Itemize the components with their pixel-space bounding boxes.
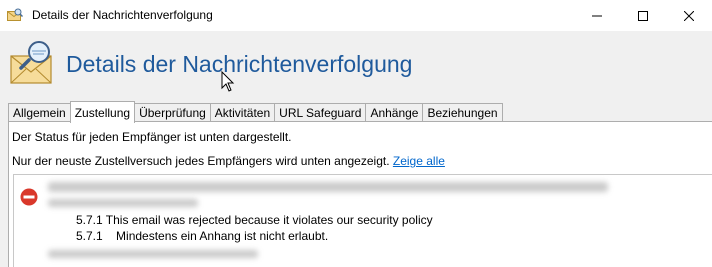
title-bar[interactable]: Details der Nachrichtenverfolgung [0, 0, 712, 31]
header: Details der Nachrichtenverfolgung [0, 31, 712, 97]
show-all-link[interactable]: Zeige alle [393, 154, 445, 168]
minimize-icon [592, 15, 602, 16]
tab-aktivitaeten[interactable]: Aktivitäten [209, 103, 276, 122]
envelope-search-icon [7, 8, 23, 21]
redacted-footer-line [48, 250, 258, 258]
page-title: Details der Nachrichtenverfolgung [66, 51, 413, 77]
latest-attempt-note: Nur der neuste Zustellversuch jedes Empf… [12, 154, 445, 168]
window-title: Details der Nachrichtenverfolgung [32, 8, 213, 22]
redacted-status-line [48, 199, 198, 207]
envelope-magnifier-icon [10, 41, 52, 84]
tab-url-safeguard[interactable]: URL Safeguard [274, 103, 367, 122]
redacted-recipient-line [48, 182, 608, 192]
tab-ueberpruefung[interactable]: Überprüfung [134, 103, 211, 122]
tracking-details-window: Details der Nachrichtenverfolgung Detail… [0, 0, 712, 267]
tab-beziehungen[interactable]: Beziehungen [422, 103, 503, 122]
delivery-tab-panel: Der Status für jeden Empfänger ist unten… [8, 121, 712, 267]
error-icon [20, 188, 38, 206]
rejection-message-1: 5.7.1 This email was rejected because it… [76, 213, 433, 227]
tab-anhaenge[interactable]: Anhänge [365, 103, 424, 122]
status-description: Der Status für jeden Empfänger ist unten… [12, 130, 292, 144]
tab-bar: Allgemein Zustellung Überprüfung Aktivit… [8, 101, 503, 123]
maximize-icon [638, 10, 648, 21]
tab-allgemein[interactable]: Allgemein [8, 103, 71, 122]
maximize-button[interactable] [620, 0, 666, 31]
close-button[interactable] [666, 0, 712, 31]
rejection-message-2: 5.7.1 Mindestens ein Anhang ist nicht er… [76, 229, 329, 243]
minimize-button[interactable] [574, 0, 620, 31]
latest-attempt-text: Nur der neuste Zustellversuch jedes Empf… [12, 154, 390, 168]
close-icon [684, 10, 694, 21]
tab-zustellung[interactable]: Zustellung [69, 101, 136, 123]
recipient-detail-box: 5.7.1 This email was rejected because it… [13, 174, 712, 267]
mouse-cursor-icon [221, 71, 235, 92]
